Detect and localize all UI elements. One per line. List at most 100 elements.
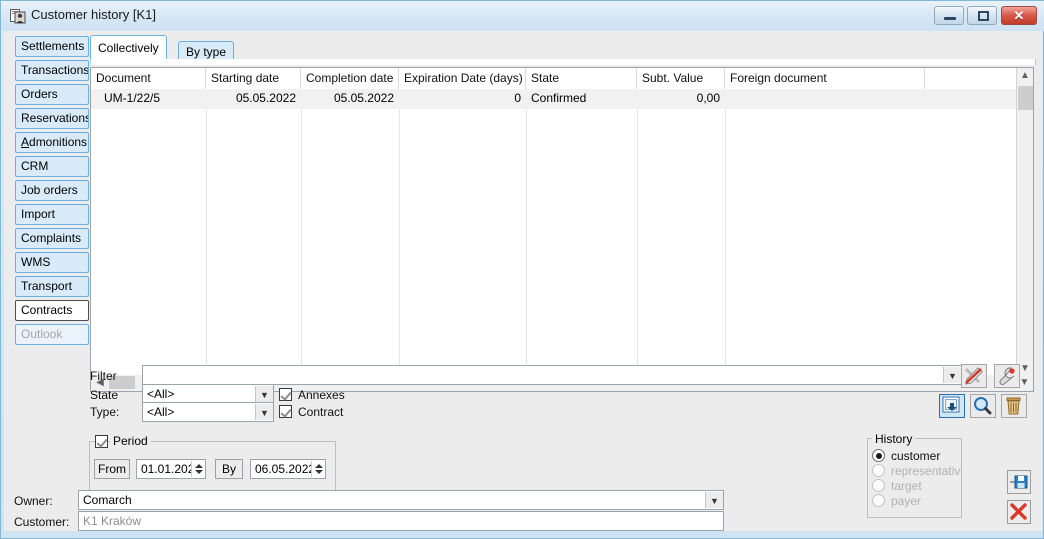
- tab-panel-top: [90, 59, 1036, 65]
- scroll-up-icon[interactable]: ▲: [1017, 68, 1033, 85]
- grid-column-divider: [206, 109, 207, 378]
- sidebar-item-label: Job orders: [21, 183, 78, 197]
- sidebar-item-reservations[interactable]: Reservations: [15, 108, 89, 129]
- date-by-input[interactable]: 06.05.2022: [250, 459, 326, 479]
- tab-label: By type: [186, 45, 227, 59]
- radio-customer[interactable]: [872, 449, 885, 462]
- close-window-button[interactable]: ✕: [1001, 6, 1037, 25]
- cell-state: Confirmed: [531, 91, 587, 105]
- radio-label-target: target: [891, 479, 922, 493]
- sidebar-item-crm[interactable]: CRM: [15, 156, 89, 177]
- close-icon: ✕: [1013, 8, 1025, 23]
- date-by-stepper[interactable]: [311, 461, 325, 477]
- save-icon: [1010, 475, 1028, 489]
- column-header-expiration-date[interactable]: Expiration Date (days): [399, 68, 526, 89]
- grid-column-divider: [725, 109, 726, 378]
- sidebar-tabs: Settlements Transactions Orders Reservat…: [15, 36, 93, 356]
- filter-builder-button[interactable]: [994, 364, 1020, 388]
- sidebar-item-orders[interactable]: Orders: [15, 84, 89, 105]
- sidebar-item-label: Outlook: [21, 327, 63, 341]
- state-select[interactable]: <All> ▼: [142, 384, 274, 404]
- preview-button[interactable]: [970, 394, 996, 418]
- by-button[interactable]: By: [215, 459, 243, 479]
- grid-column-divider: [301, 109, 302, 378]
- customer-history-icon: [10, 8, 26, 24]
- filter-input[interactable]: ▼: [142, 365, 962, 385]
- customer-input[interactable]: K1 Kraków: [78, 511, 724, 531]
- radio-target: [872, 479, 885, 492]
- sidebar-item-label: Complaints: [21, 231, 82, 245]
- annexes-label: Annexes: [298, 388, 345, 402]
- sidebar-item-label: Contracts: [21, 303, 73, 317]
- filter-label: Filter: [90, 369, 117, 383]
- magnifier-icon: [974, 397, 992, 415]
- type-select[interactable]: <All> ▼: [142, 402, 274, 422]
- sidebar-item-job-orders[interactable]: Job orders: [15, 180, 89, 201]
- period-title: Period: [110, 434, 151, 448]
- grid-body: UM-1/22/5 05.05.2022 05.05.2022 0 Confir…: [91, 89, 1033, 378]
- contract-label: Contract: [298, 405, 344, 419]
- window-title: Customer history [K1]: [31, 7, 156, 22]
- clear-filter-icon: [964, 367, 983, 385]
- column-header-foreign-document[interactable]: Foreign document: [725, 68, 925, 89]
- date-from-input[interactable]: 01.01.2022: [136, 459, 206, 479]
- sidebar-item-label: Import: [21, 207, 56, 221]
- radio-label-payer: payer: [891, 494, 922, 508]
- cell-expiration-days: 0: [514, 91, 521, 105]
- sidebar-item-transactions[interactable]: Transactions: [15, 60, 89, 81]
- owner-select[interactable]: Comarch ▼: [78, 490, 724, 510]
- contract-checkbox[interactable]: [279, 405, 292, 418]
- sidebar-item-label: WMS: [21, 255, 51, 269]
- application-window: Customer history [K1] ✕ Settlements Tran…: [0, 0, 1044, 539]
- close-button[interactable]: [1007, 500, 1031, 524]
- delete-button[interactable]: [1001, 394, 1027, 418]
- chevron-down-icon[interactable]: ▼: [255, 386, 273, 402]
- scrollbar-thumb[interactable]: [1018, 86, 1033, 110]
- table-row[interactable]: UM-1/22/5 05.05.2022 05.05.2022 0 Confir…: [91, 89, 1033, 109]
- owner-label: Owner:: [14, 494, 53, 508]
- column-header-completion-date[interactable]: Completion date: [301, 68, 399, 89]
- cell-document: UM-1/22/5: [104, 91, 161, 105]
- sidebar-item-settlements[interactable]: Settlements: [15, 36, 89, 57]
- grid-vertical-scrollbar[interactable]: ▲ ▼: [1016, 68, 1033, 378]
- state-select-value: <All>: [147, 387, 175, 401]
- sidebar-item-label: Admonitions: [21, 135, 88, 149]
- sidebar-item-import[interactable]: Import: [15, 204, 89, 225]
- date-from-stepper[interactable]: [191, 461, 205, 477]
- sidebar-item-label: Orders: [21, 87, 58, 101]
- sidebar-item-transport[interactable]: Transport: [15, 276, 89, 297]
- maximize-button[interactable]: [967, 6, 997, 25]
- radio-payer: [872, 494, 885, 507]
- grid-column-divider: [526, 109, 527, 378]
- cell-starting-date: 05.05.2022: [235, 91, 296, 105]
- sidebar-item-admonitions[interactable]: Admonitions: [15, 132, 89, 153]
- grid-column-divider: [637, 109, 638, 378]
- chevron-down-icon[interactable]: ▼: [255, 404, 273, 420]
- sidebar-item-label: Reservations: [21, 111, 89, 125]
- chevron-down-icon[interactable]: ▼: [943, 367, 961, 383]
- column-header-subt-value[interactable]: Subt. Value: [637, 68, 725, 89]
- column-header-starting-date[interactable]: Starting date: [206, 68, 301, 89]
- radio-representative: [872, 464, 885, 477]
- documents-grid[interactable]: Document Starting date Completion date E…: [90, 67, 1034, 379]
- cell-subt-value: 0,00: [696, 91, 720, 105]
- trash-icon: [1006, 397, 1021, 415]
- date-by-value: 06.05.2022: [255, 462, 316, 476]
- history-title: History: [872, 432, 916, 446]
- sidebar-item-wms[interactable]: WMS: [15, 252, 89, 273]
- chevron-down-icon[interactable]: ▼: [705, 492, 723, 508]
- save-button[interactable]: [1007, 470, 1031, 494]
- period-checkbox[interactable]: [95, 435, 108, 448]
- from-button[interactable]: From: [94, 459, 130, 479]
- column-header-state[interactable]: State: [526, 68, 637, 89]
- sidebar-item-label: Transactions: [21, 63, 89, 77]
- sidebar-item-complaints[interactable]: Complaints: [15, 228, 89, 249]
- new-document-button[interactable]: [939, 394, 965, 418]
- sidebar-item-contracts[interactable]: Contracts: [15, 300, 89, 321]
- type-label: Type:: [90, 405, 120, 419]
- annexes-checkbox[interactable]: [279, 388, 292, 401]
- radio-label-customer: customer: [891, 449, 941, 463]
- minimize-button[interactable]: [934, 6, 964, 25]
- column-header-document[interactable]: Document: [91, 68, 206, 89]
- clear-filter-button[interactable]: [961, 364, 987, 388]
